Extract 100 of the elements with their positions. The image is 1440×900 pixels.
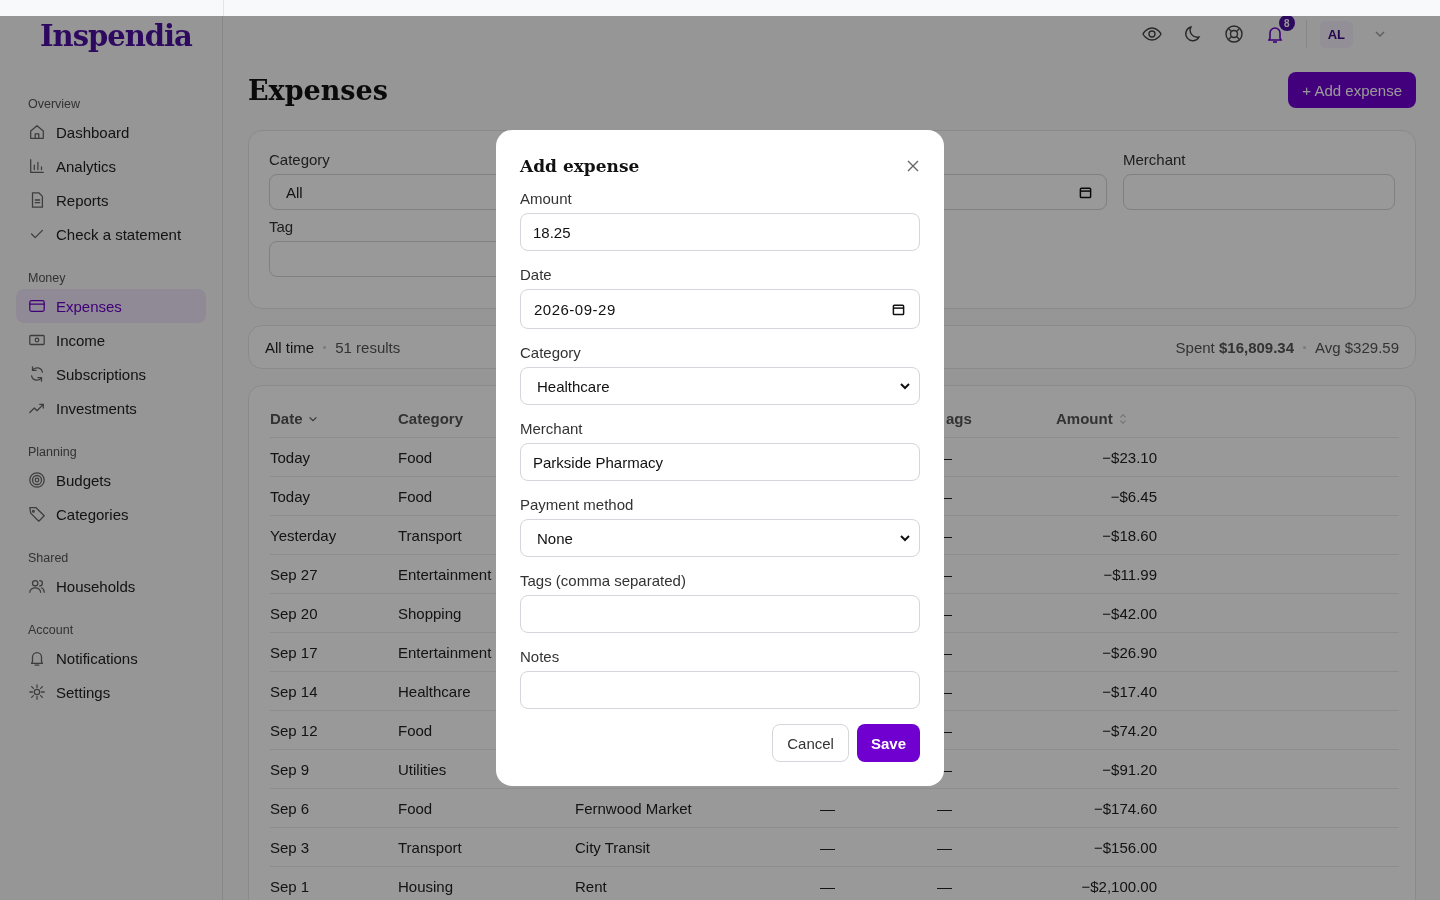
lifebuoy-icon[interactable] [1223, 24, 1244, 44]
credit-card-icon [28, 297, 46, 315]
table-cell: −$11.99 [1103, 565, 1157, 583]
table-cell: Entertainment [398, 643, 492, 661]
sidebar-item[interactable]: Subscriptions [16, 357, 206, 391]
field-label: Tags (comma separated) [520, 572, 686, 589]
sidebar-item[interactable]: Expenses [16, 289, 206, 323]
table-cell: −$6.45 [1110, 487, 1157, 505]
save-button[interactable]: Save [856, 724, 920, 762]
table-cell: Today [270, 487, 311, 505]
table-cell: Sep 1 [270, 877, 310, 895]
table-cell: Sep 12 [270, 721, 318, 739]
input-field[interactable] [520, 671, 920, 709]
spent-total: Spent $16,809.34 [1175, 338, 1295, 356]
table-cell: Transport [398, 526, 462, 544]
add-expense-button[interactable]: + Add expense [1288, 72, 1416, 108]
table-cell: −$74.20 [1102, 721, 1157, 739]
section-heading: Planning [28, 445, 77, 459]
table-cell: Fernwood Market [575, 799, 692, 817]
section-heading: Overview [28, 97, 81, 111]
table-cell: Sep 27 [270, 565, 318, 583]
sidebar-item[interactable]: Dashboard [16, 115, 206, 149]
chevron-down-icon [899, 532, 911, 544]
field-label: Merchant [1123, 151, 1186, 168]
table-cell: — [937, 799, 952, 817]
eye-icon[interactable] [1141, 24, 1162, 44]
field-label: Tag [269, 218, 294, 235]
table-cell: Food [398, 799, 433, 817]
table-cell: −$23.10 [1102, 448, 1157, 466]
bar-chart-icon [28, 157, 46, 175]
page-title: Expenses [248, 74, 388, 106]
table-cell: — [937, 877, 952, 895]
select-field[interactable]: Healthcare [520, 367, 920, 405]
merchant-field[interactable] [1123, 174, 1395, 210]
result-count: 51 results [335, 338, 401, 356]
table-cell: — [820, 838, 835, 856]
section-heading: Account [28, 623, 74, 637]
field-label: Date [520, 266, 552, 283]
refresh-icon [28, 365, 46, 383]
table-cell: Shopping [398, 604, 462, 622]
table-cell: Sep 14 [270, 682, 318, 700]
table-cell: Sep 17 [270, 643, 318, 661]
input-field[interactable]: 18.25 [520, 213, 920, 251]
table-cell: Healthcare [398, 682, 471, 700]
table-cell: −$91.20 [1102, 760, 1157, 778]
sidebar-item[interactable]: Budgets [16, 463, 206, 497]
field-label: Merchant [520, 420, 583, 437]
table-cell: −$18.60 [1102, 526, 1157, 544]
sidebar-item[interactable]: Categories [16, 497, 206, 531]
field-label: Payment method [520, 496, 634, 513]
table-cell: −$42.00 [1102, 604, 1157, 622]
field-label: Category [520, 344, 581, 361]
house-icon [28, 123, 46, 141]
brand-logo: Inspendia [40, 19, 193, 55]
table-cell: Housing [398, 877, 454, 895]
section-heading: Shared [28, 551, 69, 565]
moon-icon[interactable] [1182, 24, 1203, 44]
dialog-title: Add expense [520, 156, 640, 176]
table-cell: Food [398, 721, 433, 739]
input-field[interactable] [520, 595, 920, 633]
notification-badge: 8 [1278, 16, 1295, 31]
column-header[interactable]: Date [270, 410, 319, 427]
sidebar-item[interactable]: Income [16, 323, 206, 357]
table-cell: Sep 6 [270, 799, 310, 817]
field-label: Amount [520, 190, 572, 207]
field-label: Notes [520, 648, 560, 665]
table-cell: Utilities [398, 760, 447, 778]
sidebar-item[interactable]: Notifications [16, 641, 206, 675]
sidebar-item[interactable]: Investments [16, 391, 206, 425]
sidebar-item[interactable]: Reports [16, 183, 206, 217]
input-field[interactable]: Parkside Pharmacy [520, 443, 920, 481]
column-header[interactable]: Amount [1056, 410, 1129, 427]
table-cell: −$2,100.00 [1081, 877, 1157, 895]
date-field[interactable]: 2026-09-29 [520, 289, 920, 329]
tag-icon [28, 505, 46, 523]
table-cell: — [937, 838, 952, 856]
sidebar-item[interactable]: Analytics [16, 149, 206, 183]
table-cell: Sep 3 [270, 838, 310, 856]
people-icon [28, 577, 46, 595]
calendar-icon [1079, 185, 1092, 199]
table-cell: −$17.40 [1102, 682, 1157, 700]
table-cell: City Transit [575, 838, 650, 856]
calendar-icon [892, 302, 905, 316]
sidebar-item[interactable]: Households [16, 569, 206, 603]
column-header[interactable]: Category [398, 410, 464, 427]
bell-icon [28, 649, 46, 667]
user-avatar[interactable]: AL [1319, 20, 1353, 48]
table-cell: −$26.90 [1102, 643, 1157, 661]
section-heading: Money [28, 271, 66, 285]
table-cell: −$156.00 [1094, 838, 1157, 856]
sidebar-item[interactable]: Check a statement [16, 217, 206, 251]
column-header[interactable]: ags [946, 410, 972, 427]
select-field[interactable]: None [520, 519, 920, 557]
table-cell: Food [398, 448, 433, 466]
close-icon[interactable] [906, 159, 920, 173]
sidebar-item[interactable]: Settings [16, 675, 206, 709]
table-cell: — [820, 877, 835, 895]
cancel-button[interactable]: Cancel [772, 724, 849, 762]
target-icon [28, 471, 46, 489]
table-cell: Rent [575, 877, 607, 895]
